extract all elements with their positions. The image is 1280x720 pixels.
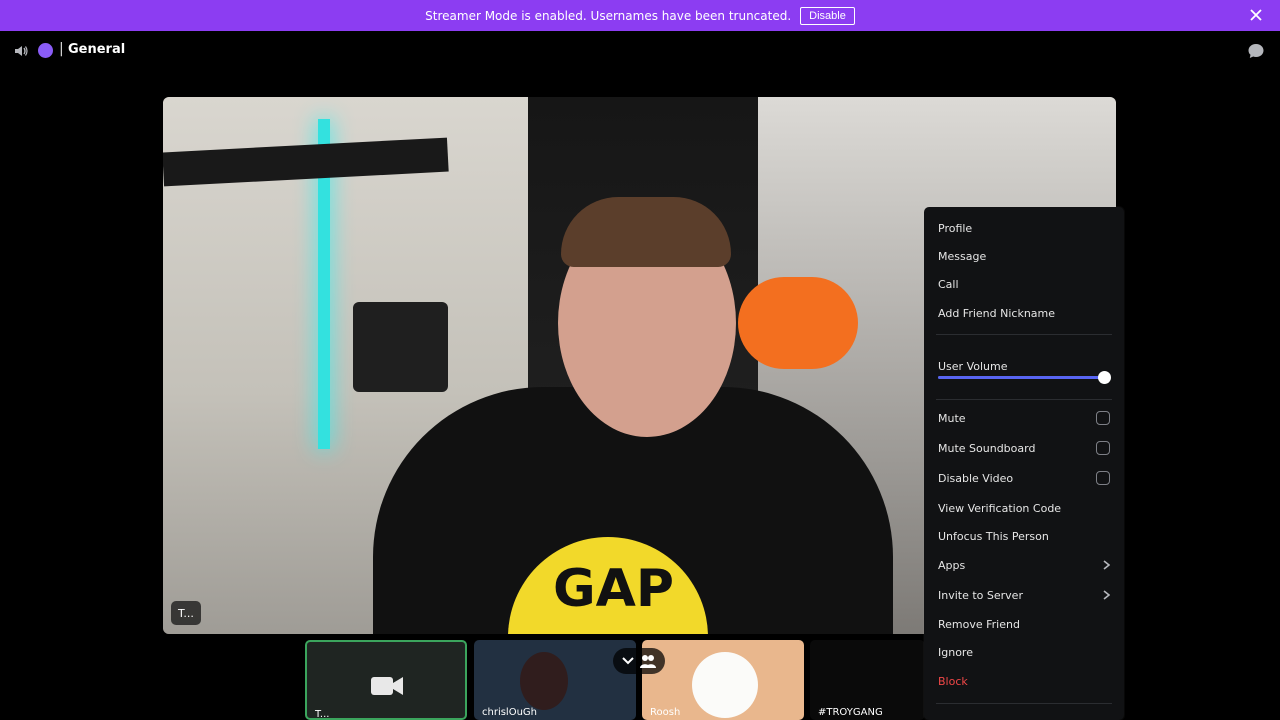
menu-item-label: Disable Video <box>938 471 1014 485</box>
speaker-icon[interactable] <box>13 43 29 59</box>
menu-item-label: Add Friend Nickname <box>938 306 1056 320</box>
close-icon[interactable] <box>1248 7 1264 23</box>
menu-item-disable-video[interactable]: Disable Video <box>938 468 1110 488</box>
volume-slider-track[interactable] <box>938 371 1111 384</box>
menu-divider <box>936 703 1112 704</box>
menu-item-mute[interactable]: Mute <box>938 408 1110 428</box>
menu-item-invite-to-server[interactable]: Invite to Server <box>938 585 1110 605</box>
menu-item-label: View Verification Code <box>938 501 1062 515</box>
menu-item-block[interactable]: Block <box>938 671 1110 691</box>
participant-label: chrislOuGh <box>482 707 538 718</box>
volume-slider-fill <box>938 376 1105 379</box>
participant-name-tag: T... <box>171 601 201 625</box>
participant-tile[interactable]: chrislOuGh <box>474 640 636 720</box>
volume-slider-handle[interactable] <box>1098 371 1111 384</box>
participant-avatar <box>520 652 568 710</box>
participant-label: #TROYGANG <box>818 707 883 718</box>
user-context-menu: Profile Message Call Add Friend Nickname… <box>924 207 1124 720</box>
menu-item-unfocus-this-person[interactable]: Unfocus This Person <box>938 526 1110 546</box>
menu-item-label: Mute <box>938 411 966 425</box>
chevron-right-icon <box>1103 560 1110 570</box>
menu-item-mute-soundboard[interactable]: Mute Soundboard <box>938 438 1110 458</box>
menu-item-label: Profile <box>938 221 973 235</box>
menu-item-label: Unfocus This Person <box>938 529 1049 543</box>
hoodie-logo-text: GAP <box>553 559 675 619</box>
menu-item-label: Mute Soundboard <box>938 441 1036 455</box>
menu-item-view-verification-code[interactable]: View Verification Code <box>938 498 1110 518</box>
header-separator: | <box>59 41 64 57</box>
mute-soundboard-checkbox[interactable] <box>1096 441 1110 455</box>
menu-item-label: Ignore <box>938 645 973 659</box>
microphone <box>353 302 448 392</box>
participant-avatar <box>692 652 758 718</box>
menu-item-label: Remove Friend <box>938 617 1020 631</box>
participant-tile[interactable]: Roosh <box>642 640 804 720</box>
streamer-mode-banner: Streamer Mode is enabled. Usernames have… <box>0 0 1280 31</box>
menu-item-call[interactable]: Call <box>938 274 1110 294</box>
menu-item-label: Invite to Server <box>938 588 1023 602</box>
server-icon[interactable] <box>38 43 53 58</box>
menu-item-add-friend-nickname[interactable]: Add Friend Nickname <box>938 303 1110 323</box>
disable-video-checkbox[interactable] <box>1096 471 1110 485</box>
disable-streamer-mode-button[interactable]: Disable <box>800 6 855 25</box>
camera-icon <box>371 677 403 695</box>
chevron-down-icon[interactable] <box>622 656 634 666</box>
channel-name: General <box>68 42 126 57</box>
participant-label: T... <box>315 709 330 720</box>
menu-item-apps[interactable]: Apps <box>938 555 1110 575</box>
chat-bubble-icon[interactable] <box>1247 42 1265 60</box>
participants-icon[interactable] <box>640 654 656 668</box>
menu-divider <box>936 399 1112 400</box>
voice-channel-header: | General <box>0 31 1280 71</box>
menu-divider <box>936 334 1112 335</box>
strip-controls <box>613 648 665 674</box>
participant-label: Roosh <box>650 707 681 718</box>
user-volume-control: User Volume <box>938 355 1111 395</box>
participant-tile[interactable]: #TROYGANG <box>810 640 925 720</box>
person-hair <box>561 197 731 267</box>
menu-item-label: Message <box>938 249 987 263</box>
menu-item-label: Apps <box>938 558 966 572</box>
menu-item-ignore[interactable]: Ignore <box>938 642 1110 662</box>
user-volume-label: User Volume <box>938 360 1008 373</box>
banner-text: Streamer Mode is enabled. Usernames have… <box>425 8 792 23</box>
menu-item-label: Block <box>938 674 968 688</box>
chevron-right-icon <box>1103 590 1110 600</box>
pumpkin-decoration <box>738 277 858 369</box>
menu-item-profile[interactable]: Profile <box>938 218 1110 238</box>
menu-item-remove-friend[interactable]: Remove Friend <box>938 614 1110 634</box>
menu-item-label: Call <box>938 277 959 291</box>
menu-item-message[interactable]: Message <box>938 246 1110 266</box>
mute-checkbox[interactable] <box>1096 411 1110 425</box>
participant-tile[interactable]: T... <box>305 640 467 720</box>
